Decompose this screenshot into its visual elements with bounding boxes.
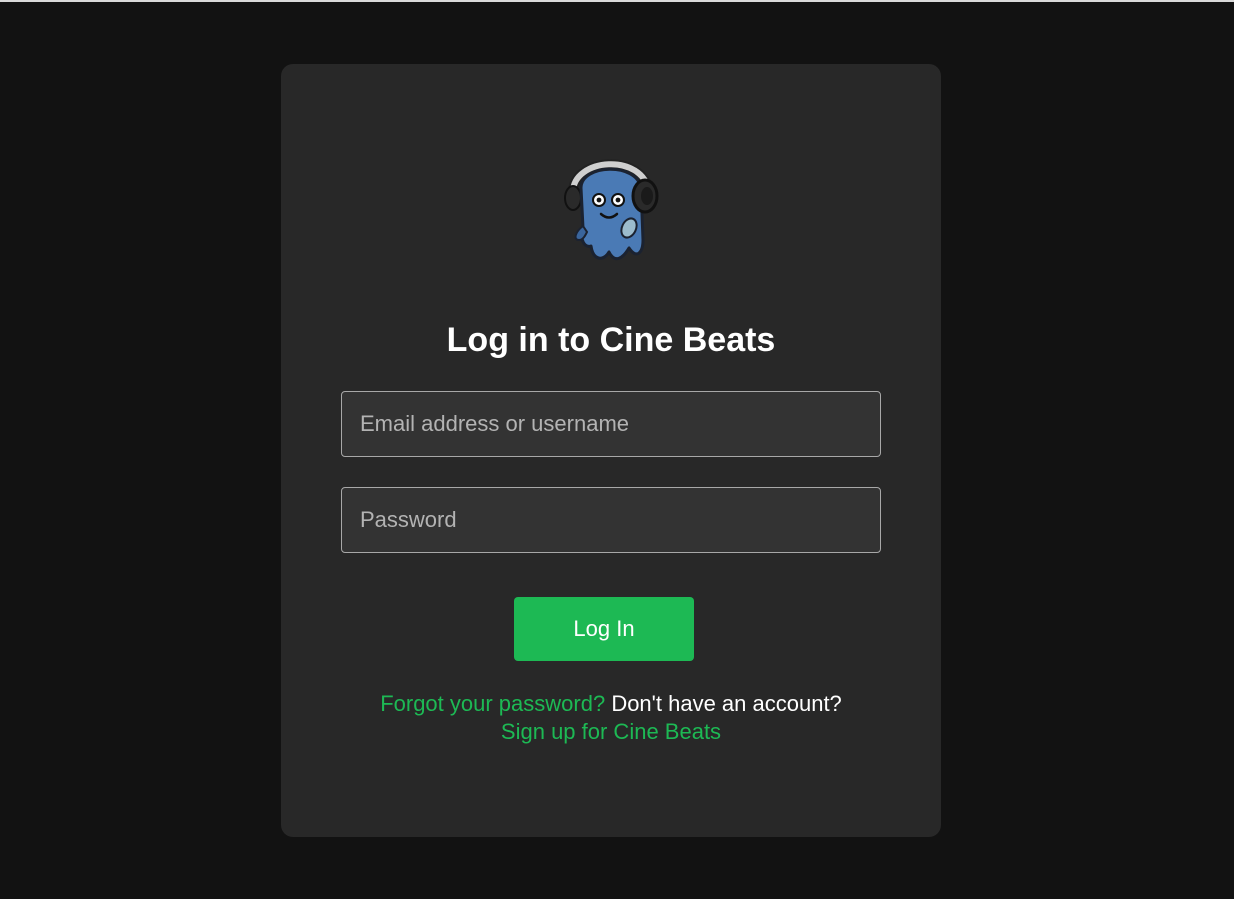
forgot-password-link[interactable]: Forgot your password?	[380, 691, 605, 716]
window-top-border	[0, 0, 1234, 2]
signup-link[interactable]: Sign up for Cine Beats	[501, 719, 721, 744]
ghost-headphones-mascot-icon	[564, 159, 659, 261]
email-username-input[interactable]	[341, 391, 881, 457]
no-account-text: Don't have an account?	[611, 691, 842, 716]
password-input[interactable]	[341, 487, 881, 553]
page-title: Log in to Cine Beats	[446, 321, 776, 359]
auth-links: Forgot your password? Don't have an acco…	[281, 690, 941, 746]
login-card: Log in to Cine Beats Log In Forgot your …	[281, 64, 941, 837]
login-button[interactable]: Log In	[514, 597, 694, 661]
